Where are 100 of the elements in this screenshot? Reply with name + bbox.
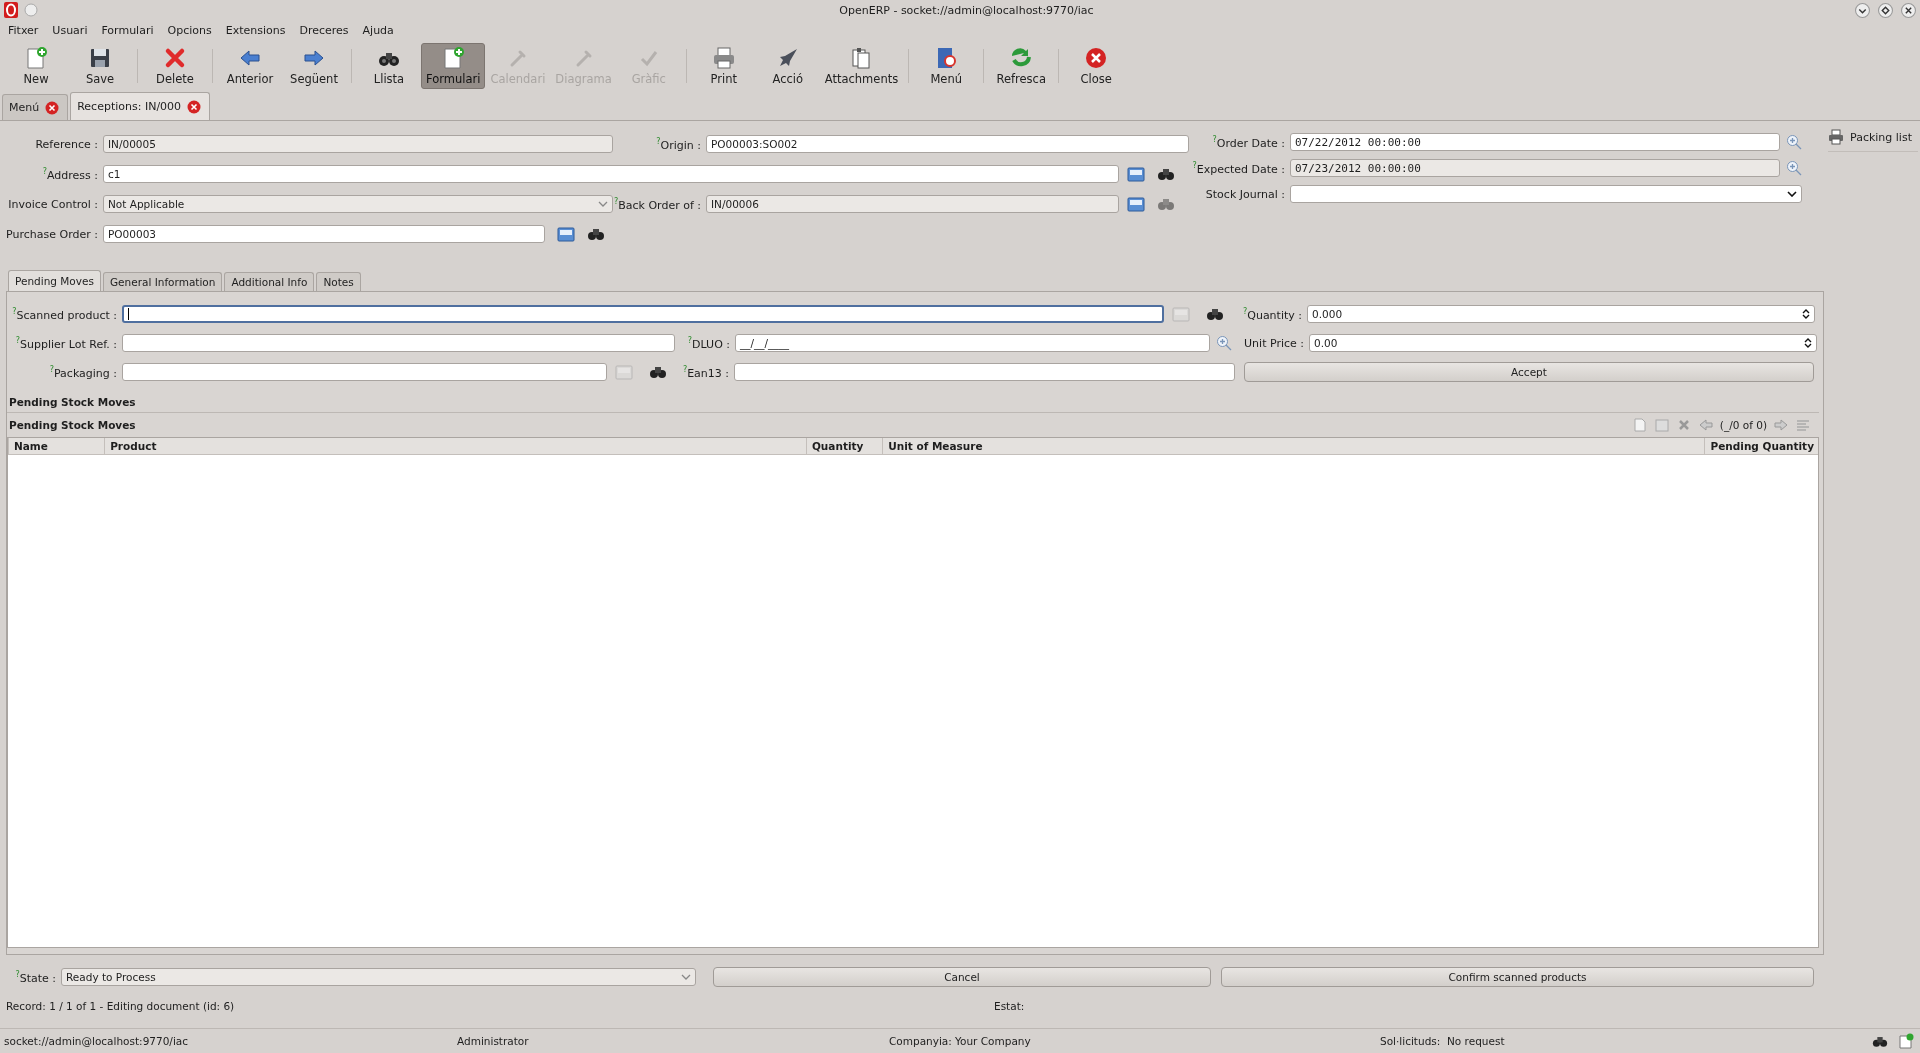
field-label: Purchase Order : xyxy=(6,227,99,241)
toolbar-button[interactable]: Següent xyxy=(282,43,346,89)
toolbar-button[interactable]: Menú xyxy=(914,43,979,89)
menu-item[interactable]: Fitxer xyxy=(8,23,39,37)
scanned-product-field[interactable] xyxy=(122,305,1164,323)
spin-arrows-icon xyxy=(1804,337,1812,349)
packaging-field[interactable] xyxy=(122,363,607,381)
printer-icon xyxy=(1828,129,1844,145)
order-date-field[interactable]: 07/22/2012 00:00:00 xyxy=(1290,133,1780,151)
document-tab[interactable]: Menú xyxy=(2,94,69,120)
close-button[interactable] xyxy=(1901,2,1916,18)
dluo-date-field[interactable]: __/__/____ xyxy=(735,334,1210,352)
column-header[interactable]: Pending Quantity xyxy=(1704,438,1818,454)
close-tab-icon[interactable] xyxy=(187,99,202,114)
stock-journal-dropdown[interactable] xyxy=(1290,185,1802,203)
field-label: Reference : xyxy=(34,137,99,151)
minimize-button[interactable] xyxy=(1855,2,1870,18)
binoculars-icon[interactable] xyxy=(1872,1034,1888,1048)
caret-icon xyxy=(1787,191,1797,197)
unit-price-spinbox[interactable]: 0.00 xyxy=(1309,334,1817,352)
binoculars-icon[interactable] xyxy=(587,227,605,241)
document-tab[interactable]: Receptions: IN/000 xyxy=(70,92,211,120)
table-title: Pending Stock Moves xyxy=(8,419,136,431)
invoice-control-dropdown[interactable]: Not Applicable xyxy=(103,195,613,213)
menu-item[interactable]: Ajuda xyxy=(362,23,394,37)
column-header[interactable]: Name xyxy=(8,438,105,454)
spin-arrows-icon xyxy=(1802,308,1810,320)
menu-item[interactable]: Usuari xyxy=(52,23,88,37)
menu-item[interactable]: Dreceres xyxy=(299,23,349,37)
form-tab[interactable]: Additional Info xyxy=(224,272,315,291)
window-title: OpenERP - socket://admin@localhost:9770/iac xyxy=(838,3,1095,17)
toolbar-button[interactable]: Anterior xyxy=(218,43,282,89)
back-order-field[interactable]: IN/00006 xyxy=(706,195,1119,213)
toolbar-button[interactable]: Save xyxy=(68,43,132,89)
record-info: Record: 1 / 1 of 1 - Editing document (id: 6) xyxy=(6,1000,236,1012)
column-header[interactable]: Unit of Measure xyxy=(882,438,1705,454)
reference-field[interactable]: IN/00005 xyxy=(103,135,613,153)
menu-item[interactable]: Extensions xyxy=(225,23,286,37)
requests-status: No request xyxy=(1447,1035,1506,1047)
cancel-button[interactable]: Cancel xyxy=(713,967,1211,987)
ean13-field[interactable] xyxy=(734,363,1235,381)
field-label: Stock Journal : xyxy=(1204,187,1286,201)
open-record-icon[interactable] xyxy=(557,226,575,242)
field-label: $^{?}$Scanned product : xyxy=(11,306,118,322)
zoom-in-icon[interactable] xyxy=(1786,134,1802,150)
open-record-icon[interactable] xyxy=(1127,166,1145,182)
zoom-in-icon[interactable] xyxy=(1786,160,1802,176)
pager-text: (_/0 of 0) xyxy=(1719,419,1767,431)
tab-label: Receptions: IN/000 xyxy=(77,100,182,113)
binoculars-icon[interactable] xyxy=(1157,167,1175,181)
form-tab[interactable]: Pending Moves xyxy=(8,270,101,291)
field-label: $^{?}$State : xyxy=(14,969,57,985)
company-name: Your Company xyxy=(955,1035,1032,1047)
form-tab[interactable]: General Information xyxy=(102,272,223,291)
form-tab[interactable]: Notes xyxy=(316,272,361,291)
state-dropdown[interactable]: Ready to Process xyxy=(61,968,696,986)
toolbar-button[interactable]: New xyxy=(4,43,68,89)
new-record-icon[interactable] xyxy=(1631,417,1648,433)
caret-icon xyxy=(598,201,608,207)
sidebar-action[interactable]: Packing list xyxy=(1828,129,1918,152)
column-header[interactable]: Product xyxy=(104,438,806,454)
address-field[interactable]: c1 xyxy=(103,165,1119,183)
toolbar-button[interactable]: Acció xyxy=(755,43,820,89)
toolbar-button[interactable]: Llista xyxy=(357,43,421,89)
printer-icon xyxy=(711,46,736,70)
menu-item[interactable]: Formulari xyxy=(101,23,154,37)
previous-icon[interactable] xyxy=(1697,417,1714,433)
column-header[interactable]: Quantity xyxy=(805,438,883,454)
maximize-button[interactable] xyxy=(1878,2,1893,18)
toolbar-button[interactable]: Refresca xyxy=(989,43,1054,89)
tab-label: Menú xyxy=(9,101,40,114)
company-label: Companyia: xyxy=(889,1035,953,1047)
close-icon xyxy=(1084,46,1109,70)
purchase-order-field[interactable]: PO00003 xyxy=(103,225,545,243)
close-tab-icon[interactable] xyxy=(45,100,60,115)
toolbar-button[interactable]: Print xyxy=(691,43,756,89)
accept-button[interactable]: Accept xyxy=(1244,362,1814,382)
toolbar-button[interactable]: Attachments xyxy=(819,43,904,89)
field-label: $^{?}$Order Date : xyxy=(1211,134,1286,150)
toolbar-button[interactable]: Formulari xyxy=(421,43,486,89)
binoculars-icon[interactable] xyxy=(1206,307,1224,321)
sidebar-action-label: Packing list xyxy=(1850,130,1912,144)
window-menu-button[interactable] xyxy=(24,3,38,17)
zoom-in-icon[interactable] xyxy=(1216,335,1232,351)
toolbar-button[interactable]: Close xyxy=(1064,43,1129,89)
toolbar-button[interactable]: Delete xyxy=(143,43,207,89)
state-label: Estat: xyxy=(994,1000,1025,1012)
app-logo-icon xyxy=(4,2,18,18)
field-label: $^{?}$Quantity : xyxy=(1242,306,1303,322)
binoculars-icon[interactable] xyxy=(649,365,667,379)
confirm-button[interactable]: Confirm scanned products xyxy=(1221,967,1814,987)
menu-item[interactable]: Opcions xyxy=(167,23,212,37)
open-record-icon[interactable] xyxy=(1127,196,1145,212)
field-label: $^{?}$DLUO : xyxy=(686,335,731,351)
quantity-spinbox[interactable]: 0.000 xyxy=(1307,305,1815,323)
supplier-lot-ref-field[interactable] xyxy=(122,334,675,352)
next-icon[interactable] xyxy=(1773,417,1789,433)
expected-date-field[interactable]: 07/23/2012 00:00:00 xyxy=(1290,159,1780,177)
origin-field[interactable]: PO00003:SO002 xyxy=(706,135,1189,153)
new-request-icon[interactable] xyxy=(1898,1033,1914,1049)
